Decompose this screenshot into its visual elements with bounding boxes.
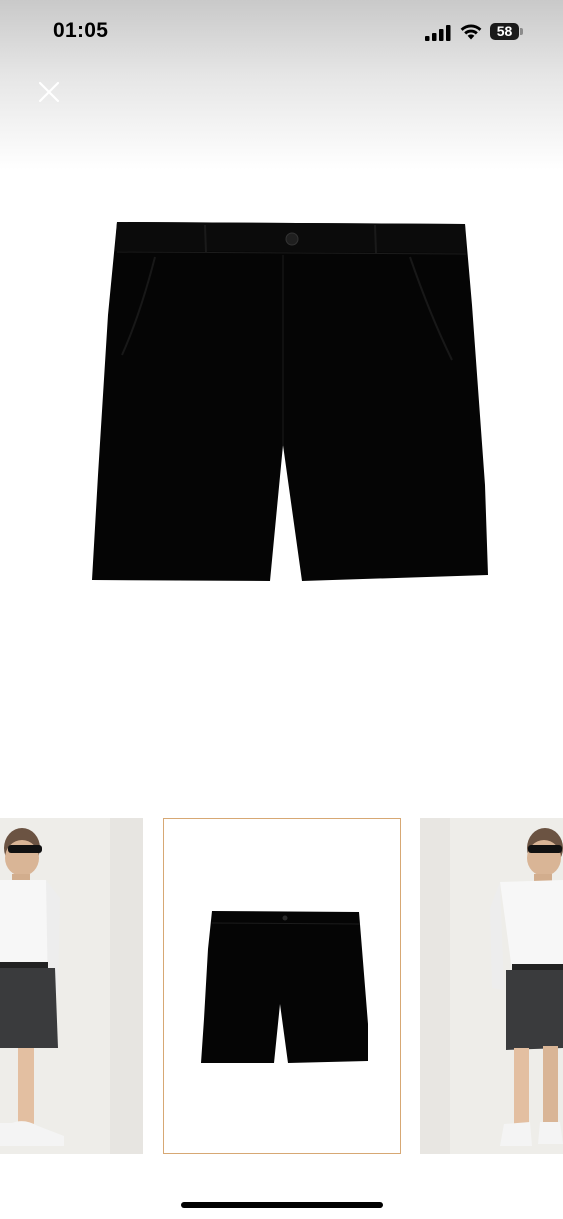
model-photo	[420, 818, 563, 1154]
thumbnail-model-side[interactable]	[420, 818, 563, 1154]
wifi-icon	[460, 24, 482, 40]
thumbnail-shorts-selected[interactable]	[163, 818, 401, 1154]
battery-icon: 58	[490, 23, 523, 40]
cellular-signal-icon	[425, 25, 451, 41]
home-indicator[interactable]	[181, 1202, 383, 1208]
main-product-image[interactable]	[60, 195, 505, 605]
status-time: 01:05	[53, 19, 109, 42]
thumbnail-model-front[interactable]	[0, 818, 143, 1154]
status-bar: 01:05 58	[0, 0, 563, 62]
close-button[interactable]	[33, 76, 65, 108]
model-photo	[0, 818, 143, 1154]
close-icon	[38, 81, 60, 103]
shorts-photo	[164, 819, 400, 1153]
battery-level: 58	[496, 23, 513, 39]
